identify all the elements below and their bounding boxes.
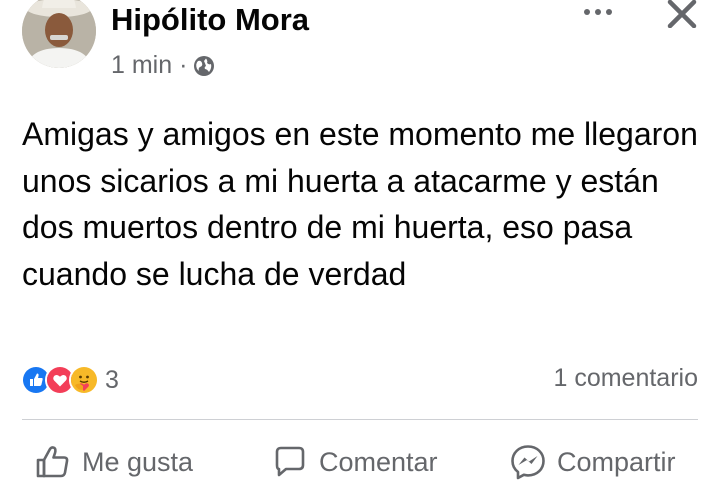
- post-text: Amigas y amigos en este momento me llega…: [22, 116, 698, 292]
- reaction-count: 3: [105, 365, 119, 394]
- more-options-icon[interactable]: [580, 0, 616, 24]
- comment-bubble-icon: [275, 446, 305, 477]
- post-meta: 1 min ·: [111, 51, 215, 80]
- share-label: Compartir: [557, 446, 676, 477]
- share-button[interactable]: Compartir: [509, 440, 676, 484]
- comment-count[interactable]: 1 comentario: [553, 364, 698, 393]
- post-timestamp[interactable]: 1 min: [111, 51, 172, 80]
- author-avatar[interactable]: [22, 0, 96, 68]
- comment-button[interactable]: Comentar: [271, 440, 438, 484]
- comment-label: Comentar: [319, 446, 438, 477]
- messenger-icon: [511, 445, 545, 480]
- meta-separator: ·: [179, 51, 188, 79]
- like-button[interactable]: Me gusta: [34, 440, 193, 484]
- globe-icon: [193, 55, 215, 77]
- reactions-summary[interactable]: 3: [21, 364, 119, 396]
- author-name[interactable]: Hipólito Mora: [111, 2, 309, 38]
- like-label: Me gusta: [82, 446, 194, 477]
- thumbs-up-icon: [36, 446, 69, 478]
- actions-divider: [22, 419, 698, 420]
- close-icon[interactable]: [665, 0, 699, 29]
- care-reaction-icon: [69, 365, 99, 395]
